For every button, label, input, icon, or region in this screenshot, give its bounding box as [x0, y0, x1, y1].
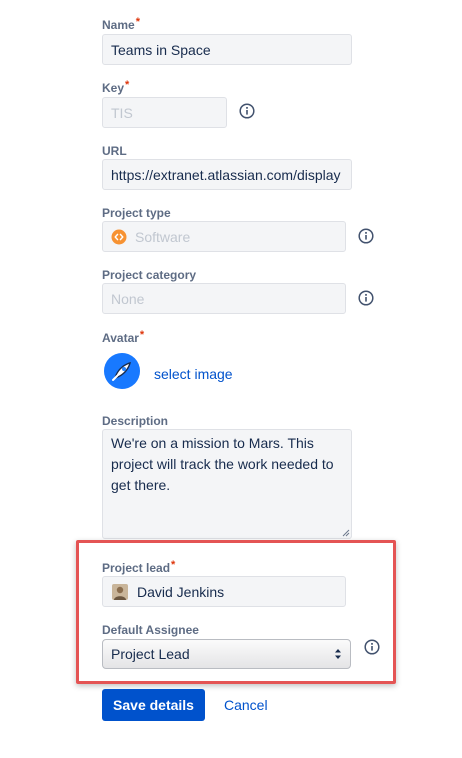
chevron-up-down-icon: [335, 649, 341, 659]
project-lead-label: Project lead*: [102, 559, 176, 575]
default-assignee-value: Project Lead: [111, 646, 190, 662]
project-type-value: Software: [135, 228, 191, 245]
project-category-label: Project category: [102, 268, 197, 282]
description-textarea[interactable]: We're on a mission to Mars. This project…: [102, 429, 352, 539]
default-assignee-select[interactable]: Project Lead: [102, 639, 351, 669]
software-icon: [111, 229, 127, 244]
description-text: We're on a mission to Mars. This project…: [111, 435, 334, 493]
url-label: URL: [102, 144, 127, 158]
required-marker: *: [171, 559, 176, 571]
required-marker: *: [125, 79, 130, 91]
cancel-link[interactable]: Cancel: [224, 697, 268, 713]
description-label: Description: [102, 414, 169, 428]
url-input-value: https://extranet.atlassian.com/display: [111, 166, 341, 183]
resize-handle-icon[interactable]: [342, 529, 350, 537]
key-label: Key*: [102, 79, 130, 95]
info-icon[interactable]: [364, 639, 380, 655]
default-assignee-label: Default Assignee: [102, 623, 199, 637]
name-label: Name*: [102, 16, 140, 32]
key-input: TIS: [102, 97, 227, 128]
info-icon[interactable]: [239, 103, 255, 119]
project-type-label: Project type: [102, 206, 171, 220]
project-type-input: Software: [102, 221, 346, 252]
avatar-label: Avatar*: [102, 329, 145, 345]
info-icon[interactable]: [358, 228, 374, 244]
save-details-button[interactable]: Save details: [102, 689, 205, 721]
project-category-input: None: [102, 283, 346, 314]
required-marker: *: [135, 16, 140, 28]
url-input[interactable]: https://extranet.atlassian.com/display: [102, 159, 352, 190]
required-marker: *: [139, 329, 145, 341]
rocket-avatar-icon: [104, 353, 140, 389]
key-input-value: TIS: [111, 104, 133, 121]
name-input[interactable]: Teams in Space: [102, 34, 352, 65]
user-avatar-icon: [112, 583, 128, 600]
info-icon[interactable]: [358, 290, 374, 306]
project-category-placeholder: None: [111, 290, 145, 307]
project-lead-input[interactable]: David Jenkins: [102, 576, 346, 607]
project-lead-value: David Jenkins: [137, 583, 225, 600]
select-image-link[interactable]: select image: [154, 366, 233, 382]
name-input-value: Teams in Space: [111, 41, 211, 58]
